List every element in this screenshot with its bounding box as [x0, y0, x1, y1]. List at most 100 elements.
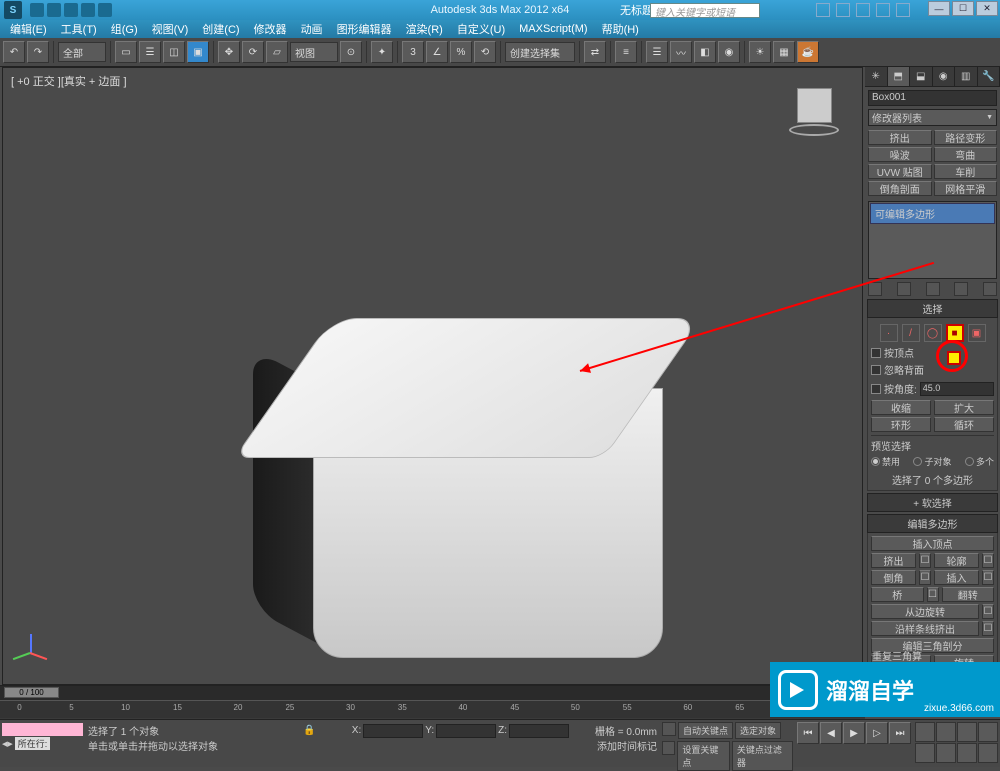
border-mode-icon[interactable]: ◯: [924, 324, 942, 342]
use-center-button[interactable]: ⊙: [340, 41, 362, 63]
timeline-ruler[interactable]: 0 5 10 15 20 25 30 35 40 45 50 55 60 65 …: [0, 700, 865, 718]
rollout-title-soft[interactable]: + 软选择: [867, 493, 998, 512]
mod-lathe[interactable]: 车削: [934, 164, 998, 179]
viewport-label[interactable]: [ +0 正交 ][真实 + 边面 ]: [11, 73, 127, 89]
menu-views[interactable]: 视图(V): [146, 21, 195, 37]
pan-button[interactable]: [936, 743, 956, 763]
hinge-button[interactable]: 从边旋转: [871, 604, 979, 619]
qat-btn[interactable]: [98, 3, 112, 17]
hierarchy-tab-icon[interactable]: ⬓: [910, 67, 933, 86]
select-by-name-button[interactable]: ☰: [139, 41, 161, 63]
time-slider[interactable]: 0 / 100: [0, 686, 865, 700]
menu-customize[interactable]: 自定义(U): [451, 21, 511, 37]
minimize-button[interactable]: —: [928, 1, 950, 16]
help-search-input[interactable]: 键入关键字或短语: [650, 3, 760, 18]
view-cube[interactable]: [787, 83, 842, 138]
lock-icon[interactable]: 🔒: [303, 725, 315, 736]
hinge-settings-icon[interactable]: ☐: [982, 604, 994, 619]
next-frame-button[interactable]: ▷: [866, 722, 888, 744]
undo-button[interactable]: ↶: [3, 41, 25, 63]
display-tab-icon[interactable]: ▥: [955, 67, 978, 86]
select-move-button[interactable]: ✥: [218, 41, 240, 63]
motion-tab-icon[interactable]: ◉: [933, 67, 956, 86]
modifier-stack[interactable]: 可编辑多边形: [868, 201, 997, 279]
preview-multi-radio[interactable]: 多个: [965, 455, 994, 468]
grow-button[interactable]: 扩大: [934, 400, 994, 415]
shrink-button[interactable]: 收缩: [871, 400, 931, 415]
align-button[interactable]: ≡: [615, 41, 637, 63]
angle-snap-button[interactable]: ∠: [426, 41, 448, 63]
search-icon[interactable]: [816, 3, 830, 17]
selection-filter[interactable]: 选定对象: [735, 722, 781, 739]
modifier-list-dropdown[interactable]: 修改器列表: [868, 109, 997, 126]
menu-animation[interactable]: 动画: [295, 21, 329, 37]
mod-meshsmooth[interactable]: 网格平滑: [934, 181, 998, 196]
qat-btn[interactable]: [64, 3, 78, 17]
zoom-all-button[interactable]: [936, 722, 956, 742]
viewport[interactable]: [ +0 正交 ][真实 + 边面 ]: [2, 67, 863, 685]
angle-spinner[interactable]: 45.0: [920, 382, 994, 396]
select-object-button[interactable]: ▭: [115, 41, 137, 63]
curve-editor-button[interactable]: 〰: [670, 41, 692, 63]
mod-noise[interactable]: 噪波: [868, 147, 932, 162]
select-rotate-button[interactable]: ⟳: [242, 41, 264, 63]
play-button[interactable]: ▶: [843, 722, 865, 744]
percent-snap-button[interactable]: %: [450, 41, 472, 63]
qat-btn[interactable]: [81, 3, 95, 17]
script-listener-top[interactable]: [2, 723, 83, 736]
layer-dropdown[interactable]: 所在行:: [15, 737, 51, 750]
create-tab-icon[interactable]: ✳: [865, 67, 888, 86]
qat-btn[interactable]: [30, 3, 44, 17]
ring-button[interactable]: 环形: [871, 417, 931, 432]
preview-off-radio[interactable]: 禁用: [871, 455, 900, 468]
show-end-result-icon[interactable]: [897, 282, 911, 296]
by-vertex-checkbox[interactable]: 按顶点: [871, 345, 994, 360]
outline-button[interactable]: 轮廓: [934, 553, 979, 568]
menu-grapheditors[interactable]: 图形编辑器: [331, 21, 398, 37]
remove-mod-icon[interactable]: [954, 282, 968, 296]
select-manipulate-button[interactable]: ✦: [371, 41, 393, 63]
inset-settings-icon[interactable]: ☐: [982, 570, 994, 585]
render-setup-button[interactable]: ☀: [749, 41, 771, 63]
loop-button[interactable]: 循环: [934, 417, 994, 432]
menu-create[interactable]: 创建(C): [196, 21, 245, 37]
rollout-title-editpoly[interactable]: 编辑多边形: [867, 514, 998, 533]
x-coord-input[interactable]: [363, 724, 423, 738]
z-coord-input[interactable]: [509, 724, 569, 738]
insert-vertex-button[interactable]: 插入顶点: [871, 536, 994, 551]
make-unique-icon[interactable]: [926, 282, 940, 296]
favorites-icon[interactable]: [876, 3, 890, 17]
window-crossing-button[interactable]: ▣: [187, 41, 209, 63]
mod-uvwmap[interactable]: UVW 贴图: [868, 164, 932, 179]
layers-button[interactable]: ☰: [646, 41, 668, 63]
mirror-button[interactable]: ⇄: [584, 41, 606, 63]
time-slider-thumb[interactable]: 0 / 100: [4, 687, 59, 698]
goto-end-button[interactable]: ⏭: [889, 722, 911, 744]
mod-bevelprofile[interactable]: 倒角剖面: [868, 181, 932, 196]
zoom-extents-button[interactable]: [957, 722, 977, 742]
outline-settings-icon[interactable]: ☐: [982, 553, 994, 568]
key-icon2[interactable]: [662, 741, 675, 755]
flip-button[interactable]: 翻转: [942, 587, 995, 602]
viewcube-face[interactable]: [797, 88, 832, 123]
menu-maxscript[interactable]: MAXScript(M): [513, 23, 593, 35]
object-name-input[interactable]: Box001: [868, 90, 997, 106]
menu-rendering[interactable]: 渲染(R): [400, 21, 449, 37]
utilities-tab-icon[interactable]: 🔧: [978, 67, 1000, 86]
bevel-button[interactable]: 倒角: [871, 570, 916, 585]
app-logo-icon[interactable]: S: [4, 1, 22, 19]
extrude-button[interactable]: 挤出: [871, 553, 916, 568]
fov-button[interactable]: [915, 743, 935, 763]
orbit-button[interactable]: [957, 743, 977, 763]
rollout-title[interactable]: 选择: [867, 299, 998, 318]
selection-filter-dropdown[interactable]: 全部: [58, 42, 106, 62]
bridge-settings-icon[interactable]: ☐: [927, 587, 939, 602]
time-tag-button[interactable]: 添加时间标记: [597, 738, 657, 753]
goto-start-button[interactable]: ⏮: [797, 722, 819, 744]
menu-help[interactable]: 帮助(H): [596, 21, 645, 37]
subscription-icon[interactable]: [836, 3, 850, 17]
y-coord-input[interactable]: [436, 724, 496, 738]
menu-modifiers[interactable]: 修改器: [248, 21, 293, 37]
menu-tools[interactable]: 工具(T): [55, 21, 103, 37]
pin-stack-icon[interactable]: [868, 282, 882, 296]
